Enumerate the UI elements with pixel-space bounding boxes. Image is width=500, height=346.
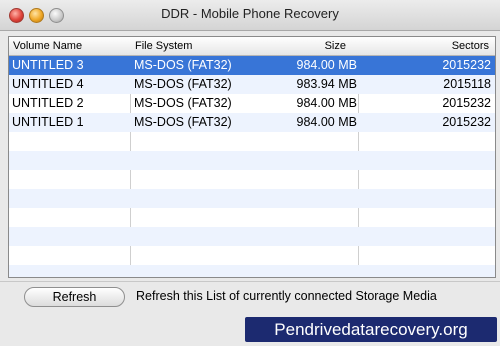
watermark-banner: Pendrivedatarecovery.org	[245, 317, 497, 342]
file-system-cell: MS-DOS (FAT32)	[134, 115, 232, 129]
column-header-file-system[interactable]: File System	[135, 40, 192, 52]
footer-divider	[0, 281, 500, 282]
title-bar: DDR - Mobile Phone Recovery	[0, 0, 500, 31]
empty-row	[9, 246, 495, 265]
window-title: DDR - Mobile Phone Recovery	[161, 6, 339, 21]
empty-row	[9, 151, 495, 170]
file-system-cell: MS-DOS (FAT32)	[134, 96, 232, 110]
table-row[interactable]: UNTITLED 3 MS-DOS (FAT32) 984.00 MB 2015…	[9, 56, 495, 75]
empty-row	[9, 189, 495, 208]
size-cell: 983.94 MB	[296, 77, 357, 91]
sectors-cell: 2015232	[442, 58, 491, 72]
empty-row	[9, 170, 495, 189]
volume-name-cell: UNTITLED 2	[12, 96, 84, 110]
app-window: DDR - Mobile Phone Recovery Volume Name …	[0, 0, 500, 346]
file-system-cell: MS-DOS (FAT32)	[134, 58, 232, 72]
empty-row	[9, 265, 495, 277]
table-row[interactable]: UNTITLED 1 MS-DOS (FAT32) 984.00 MB 2015…	[9, 113, 495, 132]
table-row[interactable]: UNTITLED 4 MS-DOS (FAT32) 983.94 MB 2015…	[9, 75, 495, 94]
volume-name-cell: UNTITLED 4	[12, 77, 84, 91]
column-header-sectors[interactable]: Sectors	[452, 40, 489, 52]
sectors-cell: 2015232	[442, 96, 491, 110]
column-header-volume-name[interactable]: Volume Name	[13, 40, 82, 52]
empty-row	[9, 208, 495, 227]
volume-name-cell: UNTITLED 3	[12, 58, 84, 72]
column-header-size[interactable]: Size	[325, 40, 346, 52]
file-system-cell: MS-DOS (FAT32)	[134, 77, 232, 91]
table-row[interactable]: UNTITLED 2 MS-DOS (FAT32) 984.00 MB 2015…	[9, 94, 495, 113]
size-cell: 984.00 MB	[296, 115, 357, 129]
empty-row	[9, 227, 495, 246]
sectors-cell: 2015118	[443, 77, 491, 91]
table-header: Volume Name File System Size Sectors	[9, 37, 495, 56]
volume-table: Volume Name File System Size Sectors UNT…	[8, 36, 496, 278]
size-cell: 984.00 MB	[296, 96, 357, 110]
empty-row	[9, 132, 495, 151]
refresh-description: Refresh this List of currently connected…	[136, 289, 437, 303]
size-cell: 984.00 MB	[296, 58, 357, 72]
table-body: UNTITLED 3 MS-DOS (FAT32) 984.00 MB 2015…	[9, 56, 495, 277]
volume-name-cell: UNTITLED 1	[12, 115, 84, 129]
refresh-button[interactable]: Refresh	[24, 287, 125, 307]
sectors-cell: 2015232	[442, 115, 491, 129]
